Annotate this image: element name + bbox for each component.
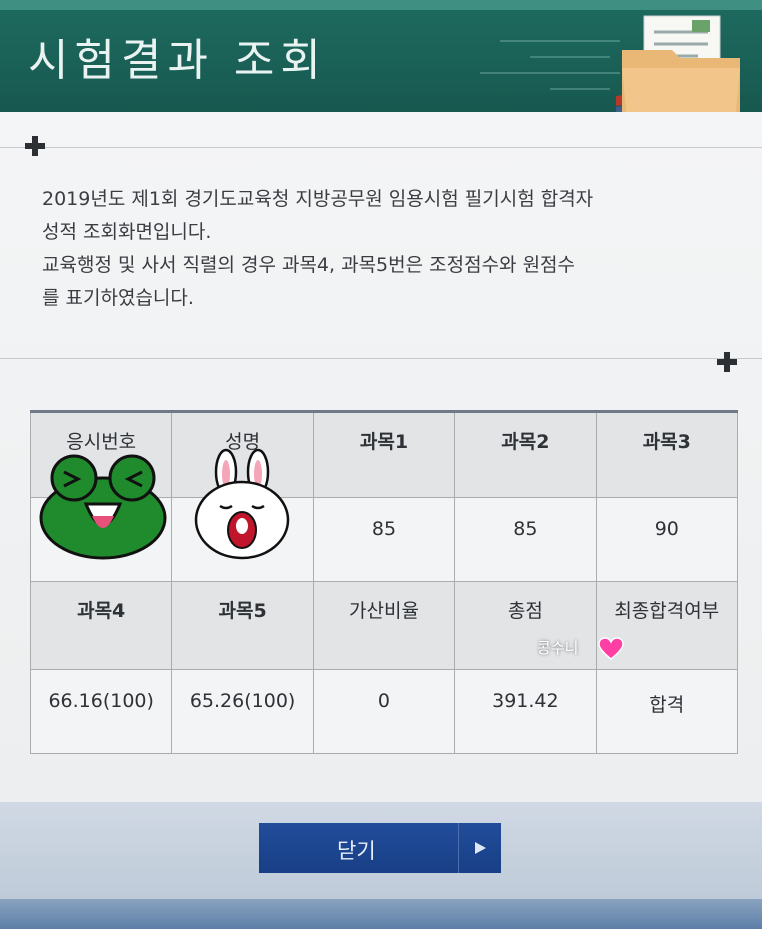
header-subject-3: 과목3 bbox=[595, 411, 739, 498]
play-arrow-icon bbox=[458, 823, 501, 873]
header-subject-4: 과목4 bbox=[29, 581, 173, 670]
table-row: 과목4 과목5 가산비율 총점 최종합격여부 bbox=[29, 581, 739, 670]
notice-line: 성적 조회화면입니다. bbox=[42, 221, 212, 243]
page-title: 시험결과 조회 bbox=[28, 35, 327, 86]
rabbit-sticker bbox=[194, 448, 290, 560]
value-subject-3: 90 bbox=[595, 497, 739, 582]
plus-icon bbox=[25, 136, 45, 156]
header-subject-1: 과목1 bbox=[312, 411, 456, 498]
footer-band bbox=[0, 899, 762, 929]
heart-icon bbox=[598, 637, 624, 660]
value-subject-1: 85 bbox=[312, 497, 456, 582]
value-subject-4: 66.16(100) bbox=[29, 669, 173, 754]
close-button-label: 닫기 bbox=[337, 839, 376, 863]
header-bonus-ratio: 가산비율 bbox=[312, 581, 456, 670]
header-subject-5: 과목5 bbox=[171, 581, 314, 670]
close-button[interactable]: 닫기 bbox=[259, 823, 501, 873]
header-subject-2: 과목2 bbox=[454, 411, 597, 498]
notice-line: 교육행정 및 사서 직렬의 경우 과목4, 과목5번은 조정점수와 원점수 bbox=[42, 254, 576, 276]
plus-icon bbox=[717, 352, 737, 372]
notice-line: 2019년도 제1회 경기도교육청 지방공무원 임용시험 필기시험 합격자 bbox=[42, 188, 594, 210]
value-total-score: 391.42 bbox=[454, 669, 597, 754]
table-row: 66.16(100) 65.26(100) 0 391.42 합격 bbox=[29, 669, 739, 754]
notice-text: 2019년도 제1회 경기도교육청 지방공무원 임용시험 필기시험 합격자 성적… bbox=[42, 183, 732, 315]
value-subject-5: 65.26(100) bbox=[171, 669, 314, 754]
frog-sticker bbox=[39, 454, 167, 560]
value-bonus-ratio: 0 bbox=[312, 669, 456, 754]
divider-top bbox=[0, 147, 762, 148]
overlay-caption: 콩수니 bbox=[537, 639, 579, 657]
divider-middle bbox=[0, 358, 762, 359]
value-final-result: 합격 bbox=[595, 669, 739, 754]
value-subject-2: 85 bbox=[454, 497, 597, 582]
notice-line: 를 표기하였습니다. bbox=[42, 287, 194, 309]
